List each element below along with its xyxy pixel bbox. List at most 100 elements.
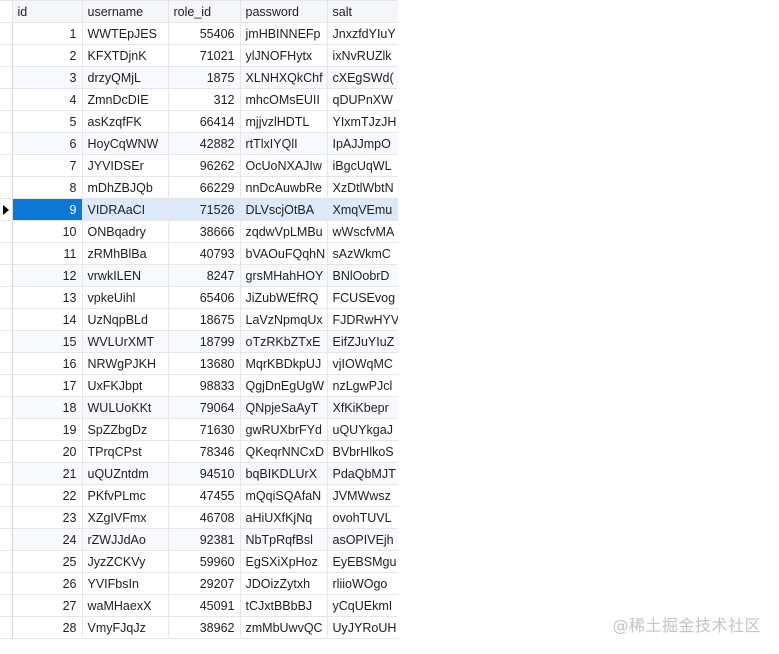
row-indicator[interactable] [0, 374, 13, 397]
row-indicator[interactable] [0, 308, 13, 331]
cell-id[interactable]: 24 [11, 528, 83, 551]
row-indicator[interactable] [0, 110, 13, 133]
cell-role-id[interactable]: 96262 [167, 154, 241, 177]
cell-username[interactable]: asKzqfFK [81, 110, 169, 133]
cell-role-id[interactable]: 66414 [167, 110, 241, 133]
table-row[interactable]: 26 YVIFbsIn 29207 JDOizZytxh rliioWOgo [0, 572, 398, 595]
cell-salt[interactable]: JVMWwsz [326, 484, 398, 507]
cell-password[interactable]: EgSXiXpHoz [239, 550, 328, 573]
cell-password[interactable]: mhcOMsEUII [239, 88, 328, 111]
row-indicator[interactable] [0, 88, 13, 111]
cell-password[interactable]: DLVscjOtBA [239, 198, 328, 221]
cell-username[interactable]: PKfvPLmc [81, 484, 169, 507]
cell-salt[interactable]: wWscfvMA [326, 220, 398, 243]
cell-id[interactable]: 15 [11, 330, 83, 353]
cell-role-id[interactable]: 42882 [167, 132, 241, 155]
cell-id[interactable]: 20 [11, 440, 83, 463]
cell-username[interactable]: WWTEpJES [81, 22, 169, 45]
cell-salt[interactable]: YIxmTJzJH [326, 110, 398, 133]
cell-role-id[interactable]: 66229 [167, 176, 241, 199]
row-indicator[interactable] [0, 352, 13, 375]
cell-password[interactable]: zmMbUwvQC [239, 616, 328, 639]
row-indicator[interactable] [0, 462, 13, 485]
cell-role-id[interactable]: 59960 [167, 550, 241, 573]
column-header-salt[interactable]: salt [326, 0, 398, 23]
cell-username[interactable]: XZgIVFmx [81, 506, 169, 529]
cell-role-id[interactable]: 13680 [167, 352, 241, 375]
table-row[interactable]: 11 zRMhBlBa 40793 bVAOuFQqhN sAzWkmC [0, 242, 398, 265]
cell-password[interactable]: JiZubWEfRQ [239, 286, 328, 309]
cell-salt[interactable]: EifZJuYIuZ [326, 330, 398, 353]
cell-username[interactable]: zRMhBlBa [81, 242, 169, 265]
row-indicator[interactable] [0, 550, 13, 573]
cell-id[interactable]: 1 [11, 22, 83, 45]
cell-username[interactable]: ZmnDcDIE [81, 88, 169, 111]
cell-id[interactable]: 12 [11, 264, 83, 287]
row-indicator[interactable] [0, 440, 13, 463]
cell-salt[interactable]: EyEBSMgu [326, 550, 398, 573]
cell-salt[interactable]: FJDRwHYV [326, 308, 398, 331]
row-indicator[interactable] [0, 44, 13, 67]
cell-salt[interactable]: XfKiKbepr [326, 396, 398, 419]
cell-id[interactable]: 22 [11, 484, 83, 507]
table-row[interactable]: 19 SpZZbgDz 71630 gwRUXbrFYd uQUYkgaJ [0, 418, 398, 441]
cell-role-id[interactable]: 38962 [167, 616, 241, 639]
table-row[interactable]: 6 HoyCqWNW 42882 rtTlxIYQlI IpAJJmpO [0, 132, 398, 155]
cell-id[interactable]: 27 [11, 594, 83, 617]
cell-password[interactable]: oTzRKbZTxE [239, 330, 328, 353]
table-row[interactable]: 17 UxFKJbpt 98833 QgjDnEgUgW nzLgwPJcl [0, 374, 398, 397]
cell-salt[interactable]: vjIOWqMC [326, 352, 398, 375]
cell-role-id[interactable]: 79064 [167, 396, 241, 419]
table-row[interactable]: 21 uQUZntdm 94510 bqBIKDLUrX PdaQbMJT [0, 462, 398, 485]
cell-role-id[interactable]: 65406 [167, 286, 241, 309]
cell-role-id[interactable]: 71630 [167, 418, 241, 441]
cell-id[interactable]: 11 [11, 242, 83, 265]
cell-id[interactable]: 19 [11, 418, 83, 441]
cell-salt[interactable]: qDUPnXW [326, 88, 398, 111]
row-indicator[interactable] [0, 66, 13, 89]
cell-username[interactable]: JyzZCKVy [81, 550, 169, 573]
row-indicator[interactable] [0, 286, 13, 309]
cell-salt[interactable]: FCUSEvog [326, 286, 398, 309]
table-row[interactable]: 1 WWTEpJES 55406 jmHBINNEFp JnxzfdYIuY [0, 22, 398, 45]
cell-id[interactable]: 13 [11, 286, 83, 309]
row-indicator[interactable] [0, 154, 13, 177]
row-indicator[interactable] [0, 396, 13, 419]
table-row[interactable]: 15 WVLUrXMT 18799 oTzRKbZTxE EifZJuYIuZ [0, 330, 398, 353]
table-row[interactable]: 4 ZmnDcDIE 312 mhcOMsEUII qDUPnXW [0, 88, 398, 111]
cell-username[interactable]: VIDRAaCI [81, 198, 169, 221]
cell-password[interactable]: QNpjeSaAyT [239, 396, 328, 419]
table-row[interactable]: 27 waMHaexX 45091 tCJxtBBbBJ yCqUEkmI [0, 594, 398, 617]
row-indicator[interactable] [0, 242, 13, 265]
row-indicator[interactable] [0, 220, 13, 243]
table-row[interactable]: 16 NRWgPJKH 13680 MqrKBDkpUJ vjIOWqMC [0, 352, 398, 375]
row-indicator[interactable] [0, 594, 13, 617]
row-indicator[interactable] [0, 132, 13, 155]
cell-password[interactable]: jmHBINNEFp [239, 22, 328, 45]
cell-id[interactable]: 23 [11, 506, 83, 529]
cell-username[interactable]: UzNqpBLd [81, 308, 169, 331]
cell-salt[interactable]: uQUYkgaJ [326, 418, 398, 441]
cell-password[interactable]: bVAOuFQqhN [239, 242, 328, 265]
cell-role-id[interactable]: 47455 [167, 484, 241, 507]
table-row[interactable]: 2 KFXTDjnK 71021 ylJNOFHytx ixNvRUZlk [0, 44, 398, 67]
cell-id[interactable]: 8 [11, 176, 83, 199]
cell-role-id[interactable]: 38666 [167, 220, 241, 243]
row-indicator[interactable] [0, 572, 13, 595]
table-row[interactable]: 13 vpkeUihl 65406 JiZubWEfRQ FCUSEvog [0, 286, 398, 309]
column-header-id[interactable]: id [11, 0, 83, 23]
cell-password[interactable]: mQqiSQAfaN [239, 484, 328, 507]
cell-password[interactable]: rtTlxIYQlI [239, 132, 328, 155]
cell-username[interactable]: WVLUrXMT [81, 330, 169, 353]
cell-salt[interactable]: XzDtlWbtN [326, 176, 398, 199]
cell-password[interactable]: aHiUXfKjNq [239, 506, 328, 529]
row-indicator[interactable] [0, 22, 13, 45]
cell-salt[interactable]: BVbrHlkoS [326, 440, 398, 463]
cell-id[interactable]: 21 [11, 462, 83, 485]
cell-role-id[interactable]: 29207 [167, 572, 241, 595]
cell-username[interactable]: UxFKJbpt [81, 374, 169, 397]
cell-salt[interactable]: nzLgwPJcl [326, 374, 398, 397]
cell-password[interactable]: nnDcAuwbRe [239, 176, 328, 199]
cell-id[interactable]: 10 [11, 220, 83, 243]
table-row[interactable]: 24 rZWJJdAo 92381 NbTpRqfBsl asOPIVEjh [0, 528, 398, 551]
